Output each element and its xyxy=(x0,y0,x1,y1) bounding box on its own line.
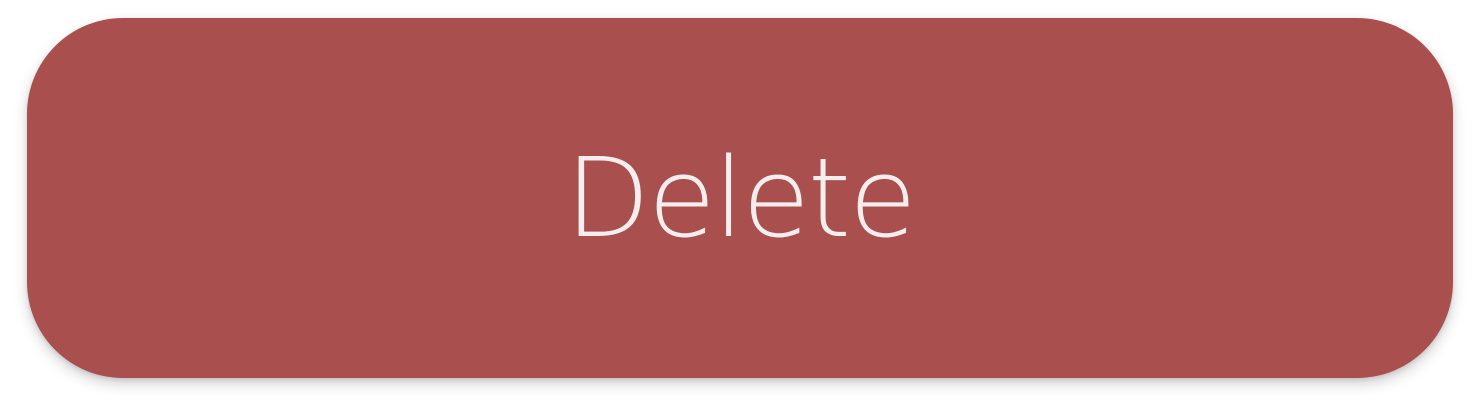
delete-button[interactable]: Delete xyxy=(27,18,1453,378)
delete-button-label: Delete xyxy=(565,134,916,262)
canvas: Delete xyxy=(0,0,1481,414)
